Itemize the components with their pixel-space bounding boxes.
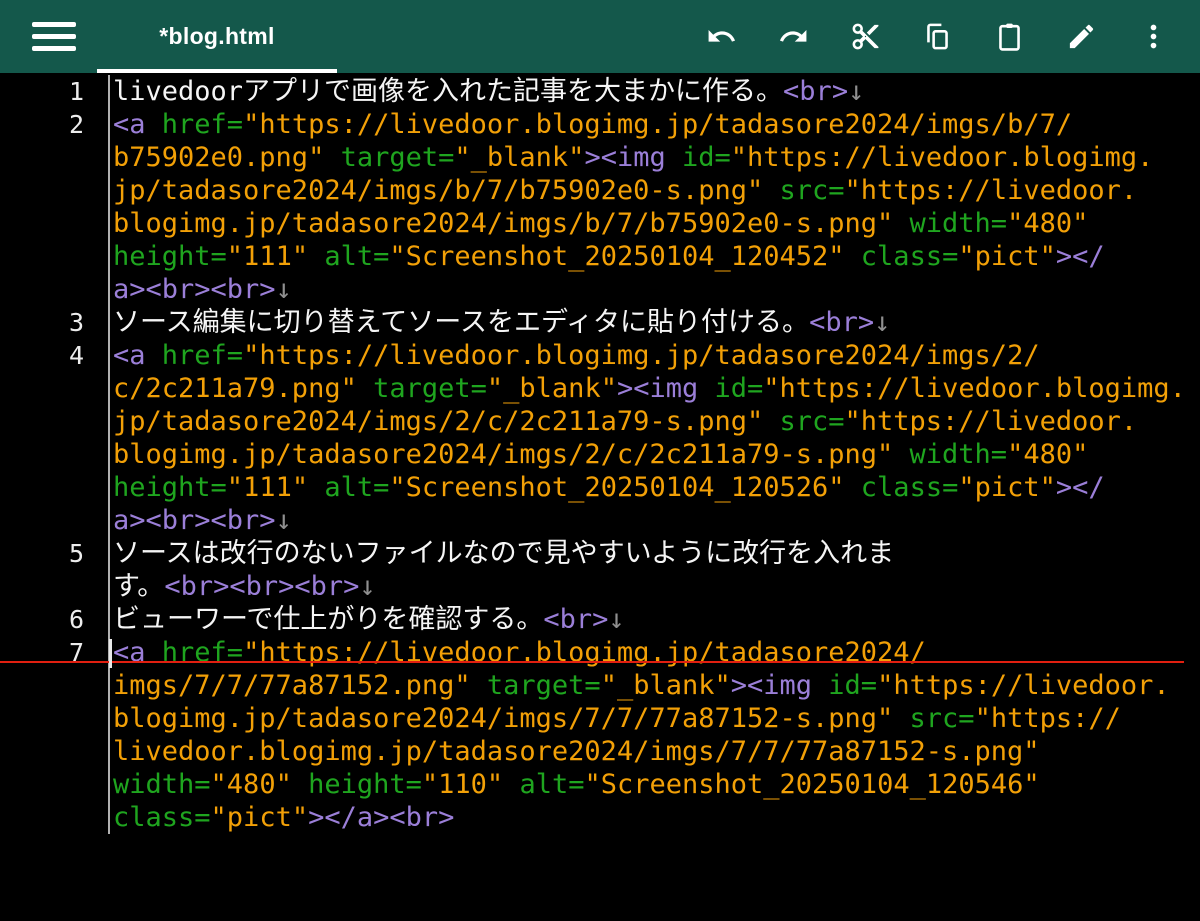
pencil-icon bbox=[1069, 24, 1093, 49]
code-row: blogimg.jp/tadasore2024/imgs/7/7/77a8715… bbox=[113, 703, 1121, 734]
top-bar: *blog.html bbox=[0, 0, 1200, 73]
code-row: imgs/7/7/77a87152.png" target="_blank"><… bbox=[113, 670, 1170, 701]
code-row: jp/tadasore2024/imgs/b/7/b75902e0-s.png"… bbox=[113, 175, 1138, 206]
code-line: 2 <a href="https://livedoor.blogimg.jp/ta… bbox=[0, 108, 1200, 306]
code-row: livedoorアプリで画像を入れた記事を大まかに作る。<br>↓ bbox=[113, 76, 865, 107]
code-row: class="pict"></a><br> bbox=[113, 802, 455, 833]
code-line: 4 <a href="https://livedoor.blogimg.jp/ta… bbox=[0, 339, 1200, 537]
tab-title: *blog.html bbox=[159, 23, 275, 49]
code-row: a><br><br>↓ bbox=[113, 274, 292, 305]
line-number: 7 bbox=[0, 636, 110, 834]
more-vertical-icon bbox=[1150, 24, 1156, 49]
code-row: ビューワーで仕上がりを確認する。<br>↓ bbox=[113, 604, 625, 635]
code-row: c/2c211a79.png" target="_blank"><img id=… bbox=[113, 373, 1186, 404]
code-row: height="111" alt="Screenshot_20250104_12… bbox=[113, 472, 1105, 503]
code-row: blogimg.jp/tadasore2024/imgs/2/c/2c211a7… bbox=[113, 439, 1089, 470]
code-row: <a href="https://livedoor.blogimg.jp/tad… bbox=[113, 109, 1073, 140]
line-number: 2 bbox=[0, 108, 110, 306]
undo-icon bbox=[708, 30, 735, 42]
undo-button[interactable] bbox=[697, 13, 745, 61]
line-number: 3 bbox=[0, 306, 110, 339]
code-row: livedoor.blogimg.jp/tadasore2024/imgs/7/… bbox=[113, 736, 1040, 767]
code-editor[interactable]: 1 livedoorアプリで画像を入れた記事を大まかに作る。<br>↓ 2 <a hr… bbox=[0, 73, 1200, 921]
copy-button[interactable] bbox=[913, 13, 961, 61]
edit-button[interactable] bbox=[1057, 13, 1105, 61]
clipboard-paste-icon bbox=[998, 23, 1020, 51]
code-row: <a href="https://livedoor.blogimg.jp/tad… bbox=[113, 340, 1040, 371]
code-row: ソース編集に切り替えてソースをエディタに貼り付ける。<br>↓ bbox=[113, 307, 891, 338]
app-window: *blog.html 1 livedoorアプリで画像を入れた記事を大まかに作る… bbox=[0, 0, 1200, 921]
code-row: height="111" alt="Screenshot_20250104_12… bbox=[113, 241, 1105, 272]
code-row: す。<br><br><br>↓ bbox=[113, 571, 376, 602]
code-line: 3 ソース編集に切り替えてソースをエディタに貼り付ける。<br>↓ bbox=[0, 306, 1200, 339]
code-row: blogimg.jp/tadasore2024/imgs/b/7/b75902e… bbox=[113, 208, 1089, 239]
toolbar bbox=[697, 0, 1177, 73]
code-row: <a href="https://livedoor.blogimg.jp/tad… bbox=[113, 637, 926, 668]
tab-blog-html[interactable]: *blog.html bbox=[97, 0, 337, 73]
scissors-icon bbox=[852, 23, 878, 50]
line-number: 5 bbox=[0, 537, 110, 603]
redo-icon bbox=[779, 30, 806, 42]
code-row: width="480" height="110" alt="Screenshot… bbox=[113, 769, 1040, 800]
code-row: jp/tadasore2024/imgs/2/c/2c211a79-s.png"… bbox=[113, 406, 1138, 437]
code-row: ソースは改行のないファイルなので見やすいように改行を入れま bbox=[113, 538, 895, 569]
line-number: 6 bbox=[0, 603, 110, 636]
copy-icon bbox=[926, 23, 948, 50]
paste-button[interactable] bbox=[985, 13, 1033, 61]
code-line: 5 ソースは改行のないファイルなので見やすいように改行を入れま す。<br><br>… bbox=[0, 537, 1200, 603]
code-line: 1 livedoorアプリで画像を入れた記事を大まかに作る。<br>↓ bbox=[0, 75, 1200, 108]
code-row: a><br><br>↓ bbox=[113, 505, 292, 536]
redo-button[interactable] bbox=[769, 13, 817, 61]
code-lines: 1 livedoorアプリで画像を入れた記事を大まかに作る。<br>↓ 2 <a hr… bbox=[0, 75, 1200, 834]
overflow-menu-button[interactable] bbox=[1129, 13, 1177, 61]
cut-button[interactable] bbox=[841, 13, 889, 61]
line-number: 1 bbox=[0, 75, 110, 108]
hamburger-menu-icon[interactable] bbox=[30, 13, 78, 61]
code-line: 7 <a href="https://livedoor.blogimg.jp/ta… bbox=[0, 636, 1200, 834]
code-row: b75902e0.png" target="_blank"><img id="h… bbox=[113, 142, 1154, 173]
line-number: 4 bbox=[0, 339, 110, 537]
code-line: 6 ビューワーで仕上がりを確認する。<br>↓ bbox=[0, 603, 1200, 636]
